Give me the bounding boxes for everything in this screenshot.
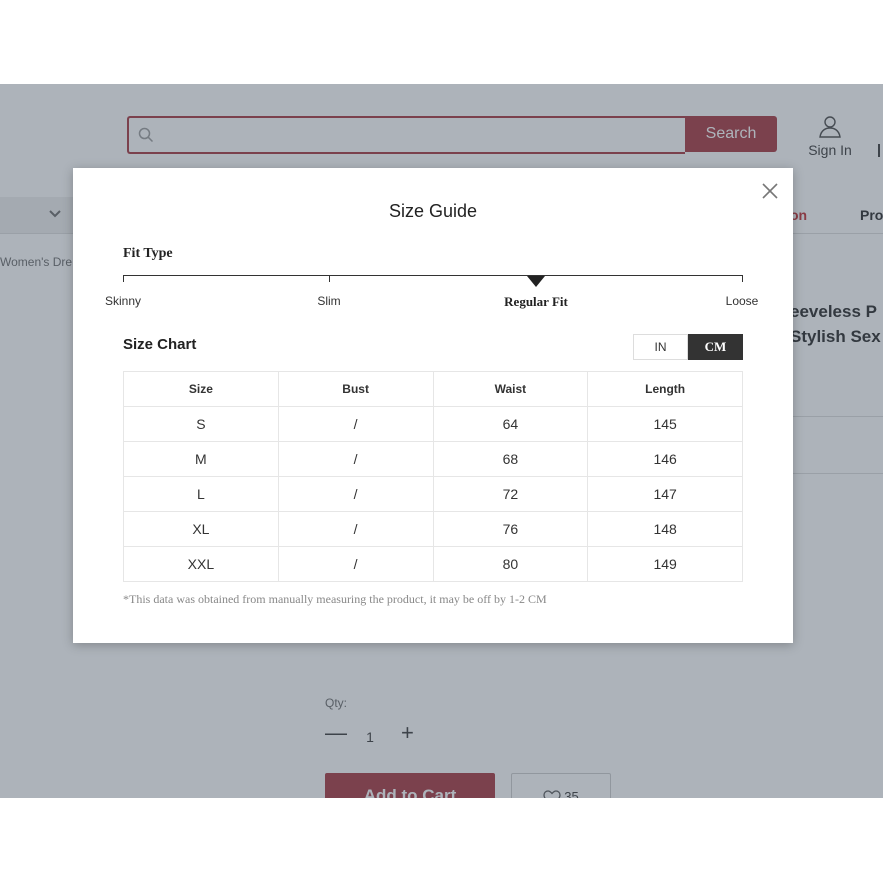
table-cell: / <box>277 476 434 512</box>
table-cell: / <box>277 546 434 582</box>
table-header-row: Size Bust Waist Length <box>123 371 743 407</box>
fit-type-scale <box>123 275 743 276</box>
table-cell: 72 <box>432 476 589 512</box>
column-header: Length <box>587 371 743 407</box>
table-cell: 147 <box>587 476 743 512</box>
fit-tick <box>742 275 743 282</box>
table-row: L / 72 147 <box>123 476 743 512</box>
modal-title: Size Guide <box>388 201 478 221</box>
table-row: XL / 76 148 <box>123 511 743 547</box>
table-cell: S <box>123 406 279 442</box>
measurement-footnote: *This data was obtained from manually me… <box>123 592 547 606</box>
fit-option-slim: Slim <box>317 294 341 308</box>
table-cell: 149 <box>587 546 743 582</box>
table-cell: 80 <box>432 546 589 582</box>
table-cell: L <box>123 476 279 512</box>
table-row: M / 68 146 <box>123 441 743 477</box>
column-header: Waist <box>432 371 589 407</box>
fit-option-regular: Regular Fit <box>504 294 568 309</box>
table-cell: / <box>277 441 434 477</box>
close-icon[interactable] <box>762 183 778 199</box>
fit-type-heading: Fit Type <box>123 246 173 261</box>
table-cell: XL <box>123 511 279 547</box>
size-guide-modal: Size Guide Fit Type Skinny Slim Regular … <box>73 168 793 643</box>
table-cell: 68 <box>432 441 589 477</box>
column-header: Size <box>123 371 279 407</box>
fit-tick <box>123 275 124 282</box>
table-cell: 64 <box>432 406 589 442</box>
table-cell: / <box>277 406 434 442</box>
fit-option-loose: Loose <box>725 294 759 308</box>
table-cell: M <box>123 441 279 477</box>
fit-option-skinny: Skinny <box>104 294 142 308</box>
table-cell: 145 <box>587 406 743 442</box>
table-cell: 148 <box>587 511 743 547</box>
table-cell: 76 <box>432 511 589 547</box>
page-viewport: Search Sign In on Pro Women's Dre eevele… <box>0 84 883 798</box>
table-row: XXL / 80 149 <box>123 546 743 582</box>
table-cell: / <box>277 511 434 547</box>
size-chart-heading: Size Chart <box>123 336 197 353</box>
unit-cm-button[interactable]: CM <box>688 334 743 360</box>
column-header: Bust <box>277 371 434 407</box>
table-row: S / 64 145 <box>123 406 743 442</box>
pointer-triangle-icon <box>527 276 545 287</box>
table-cell: XXL <box>123 546 279 582</box>
unit-in-button[interactable]: IN <box>633 334 688 360</box>
fit-tick <box>329 275 330 282</box>
size-table: Size Bust Waist Length S / 64 145 M / 68 <box>123 371 743 582</box>
table-cell: 146 <box>587 441 743 477</box>
unit-toggle: IN CM <box>633 334 743 360</box>
